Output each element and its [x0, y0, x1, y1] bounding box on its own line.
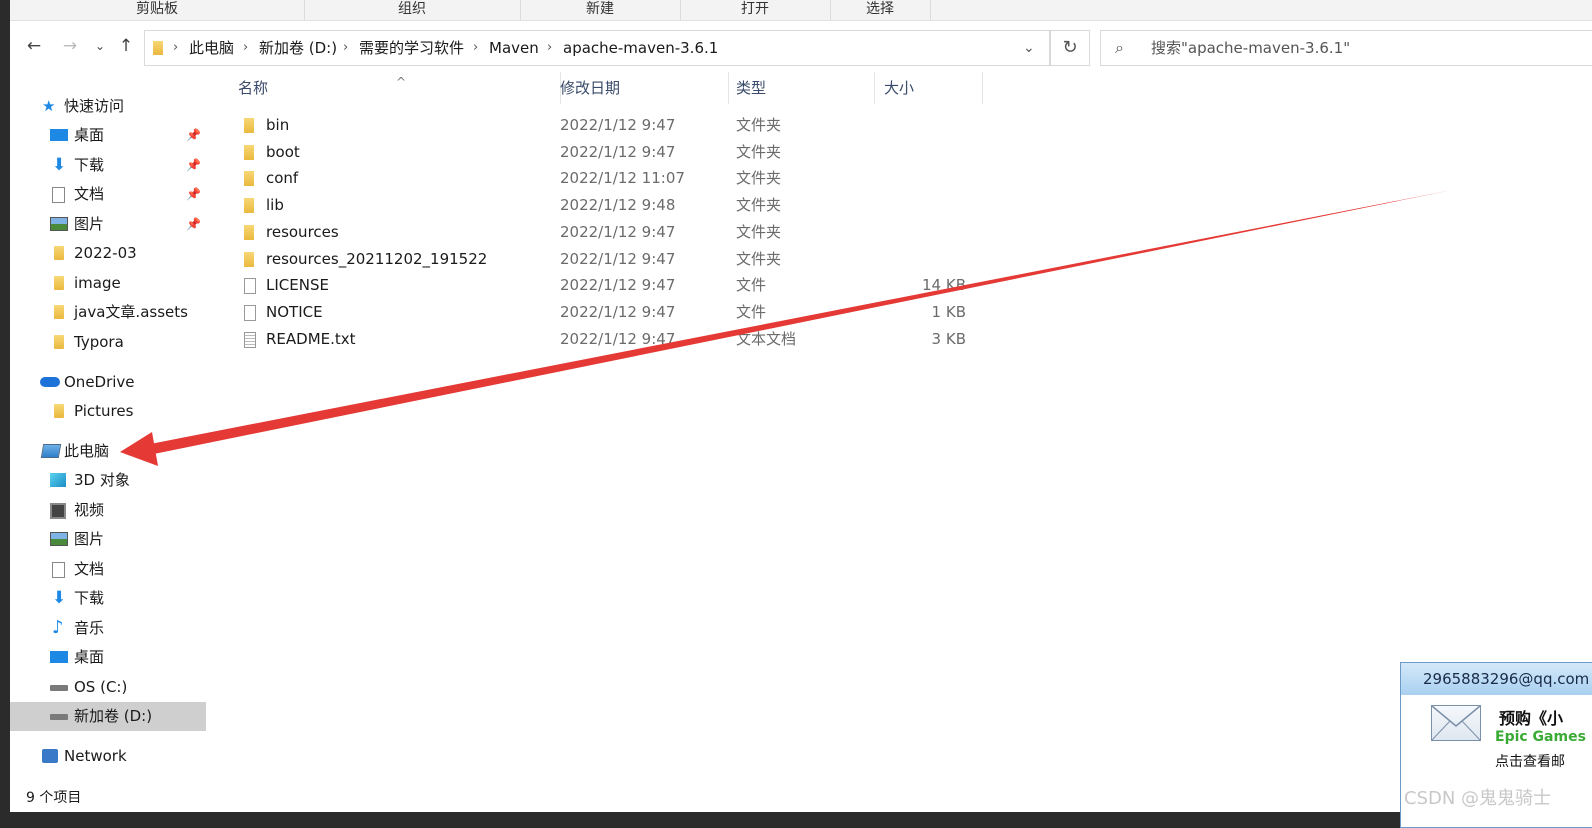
- notification-subtitle: Epic Games: [1495, 729, 1586, 745]
- envelope-lines: [1431, 705, 1481, 741]
- watermark: CSDN @鬼鬼骑士: [1404, 788, 1552, 809]
- notification-email: 2965883296@qq.com: [1423, 670, 1590, 688]
- annotation-arrow-shaft: [140, 190, 1452, 456]
- notification-title: 预购《小: [1499, 709, 1564, 728]
- notification-header: 2965883296@qq.com: [1401, 663, 1592, 695]
- annotation-arrow: [120, 190, 1452, 466]
- annotation-arrow-head: [120, 432, 158, 466]
- notification-hint[interactable]: 点击查看邮: [1495, 751, 1565, 771]
- envelope-icon: [1431, 705, 1481, 741]
